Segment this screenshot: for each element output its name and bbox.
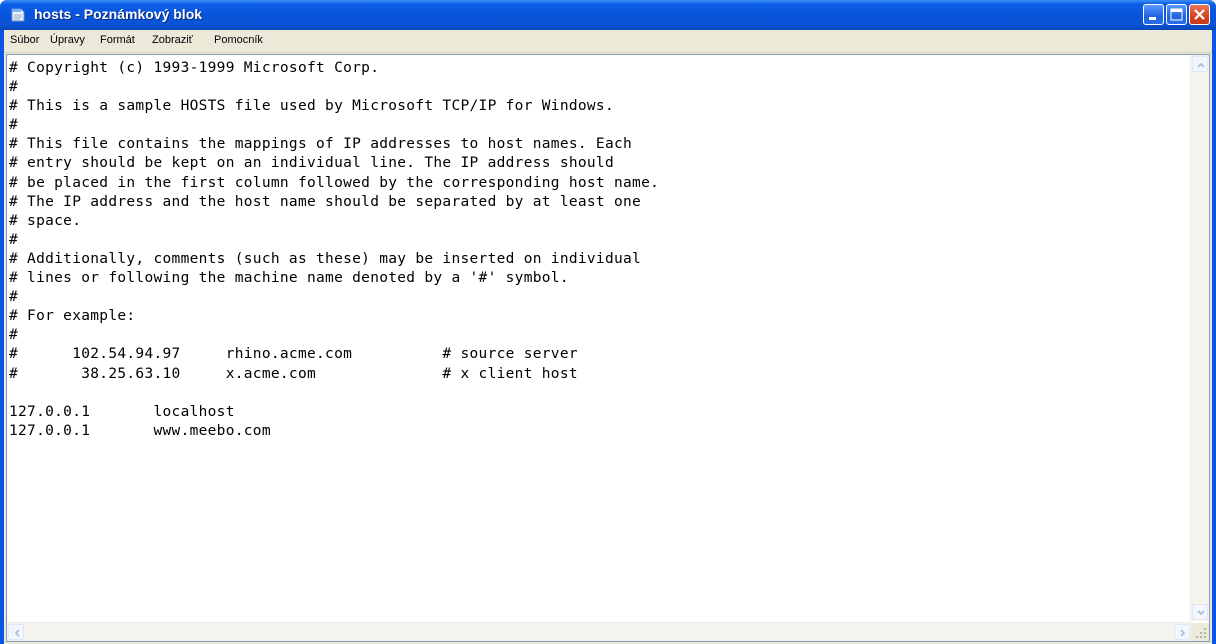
text-line[interactable]: 127.0.0.1 www.meebo.com xyxy=(9,422,1191,441)
text-line[interactable]: # entry should be kept on an individual … xyxy=(9,154,1191,173)
scroll-up-button[interactable] xyxy=(1192,56,1208,72)
window-frame: Súbor Úpravy Formát Zobraziť Pomocník # … xyxy=(4,30,1212,644)
menu-edit[interactable]: Úpravy xyxy=(50,34,85,46)
minimize-button[interactable] xyxy=(1143,4,1164,25)
menu-file[interactable]: Súbor xyxy=(10,34,39,46)
resize-grip-icon xyxy=(1196,628,1206,638)
menu-bar: Súbor Úpravy Formát Zobraziť Pomocník xyxy=(4,30,1212,53)
window-title: hosts - Poznámkový blok xyxy=(34,6,203,22)
text-line[interactable]: # xyxy=(9,78,1191,97)
text-editor[interactable]: # Copyright (c) 1993-1999 Microsoft Corp… xyxy=(6,54,1210,642)
text-line[interactable]: # 102.54.94.97 rhino.acme.com # source s… xyxy=(9,345,1191,364)
notepad-app-icon[interactable] xyxy=(10,7,26,23)
menu-help[interactable]: Pomocník xyxy=(214,34,263,46)
text-line[interactable]: # The IP address and the host name shoul… xyxy=(9,193,1191,212)
scroll-down-button[interactable] xyxy=(1192,604,1208,620)
maximize-button[interactable] xyxy=(1166,4,1187,25)
notepad-window: hosts - Poznámkový blok Súbor Úpravy For… xyxy=(0,0,1216,644)
title-bar[interactable]: hosts - Poznámkový blok xyxy=(0,0,1216,30)
text-line[interactable]: 127.0.0.1 localhost xyxy=(9,403,1191,422)
text-content[interactable]: # Copyright (c) 1993-1999 Microsoft Corp… xyxy=(7,55,1191,621)
text-line[interactable]: # xyxy=(9,288,1191,307)
text-line[interactable]: # lines or following the machine name de… xyxy=(9,269,1191,288)
text-line[interactable]: # be placed in the first column followed… xyxy=(9,174,1191,193)
text-line[interactable]: # space. xyxy=(9,212,1191,231)
menu-view[interactable]: Zobraziť xyxy=(152,34,193,46)
text-line[interactable]: # This file contains the mappings of IP … xyxy=(9,135,1191,154)
resize-grip[interactable] xyxy=(1191,623,1209,641)
scroll-down-icon xyxy=(1197,610,1205,616)
scroll-up-icon xyxy=(1197,62,1205,68)
text-line[interactable]: # For example: xyxy=(9,307,1191,326)
minimize-icon xyxy=(1149,17,1156,20)
maximize-icon xyxy=(1170,8,1183,21)
vertical-scrollbar[interactable] xyxy=(1190,55,1209,621)
text-line[interactable]: # This is a sample HOSTS file used by Mi… xyxy=(9,97,1191,116)
scroll-left-icon xyxy=(14,629,20,637)
horizontal-scrollbar[interactable] xyxy=(7,622,1191,641)
close-button[interactable] xyxy=(1189,4,1210,25)
menu-format[interactable]: Formát xyxy=(100,34,135,46)
scroll-left-button[interactable] xyxy=(8,624,24,640)
close-icon xyxy=(1194,9,1205,20)
text-line[interactable]: # xyxy=(9,326,1191,345)
scroll-right-button[interactable] xyxy=(1174,624,1190,640)
text-line[interactable] xyxy=(9,384,1191,403)
scroll-right-icon xyxy=(1180,629,1186,637)
text-line[interactable]: # 38.25.63.10 x.acme.com # x client host xyxy=(9,365,1191,384)
text-line[interactable]: # Additionally, comments (such as these)… xyxy=(9,250,1191,269)
text-line[interactable]: # xyxy=(9,231,1191,250)
text-line[interactable]: # xyxy=(9,116,1191,135)
text-line[interactable]: # Copyright (c) 1993-1999 Microsoft Corp… xyxy=(9,59,1191,78)
